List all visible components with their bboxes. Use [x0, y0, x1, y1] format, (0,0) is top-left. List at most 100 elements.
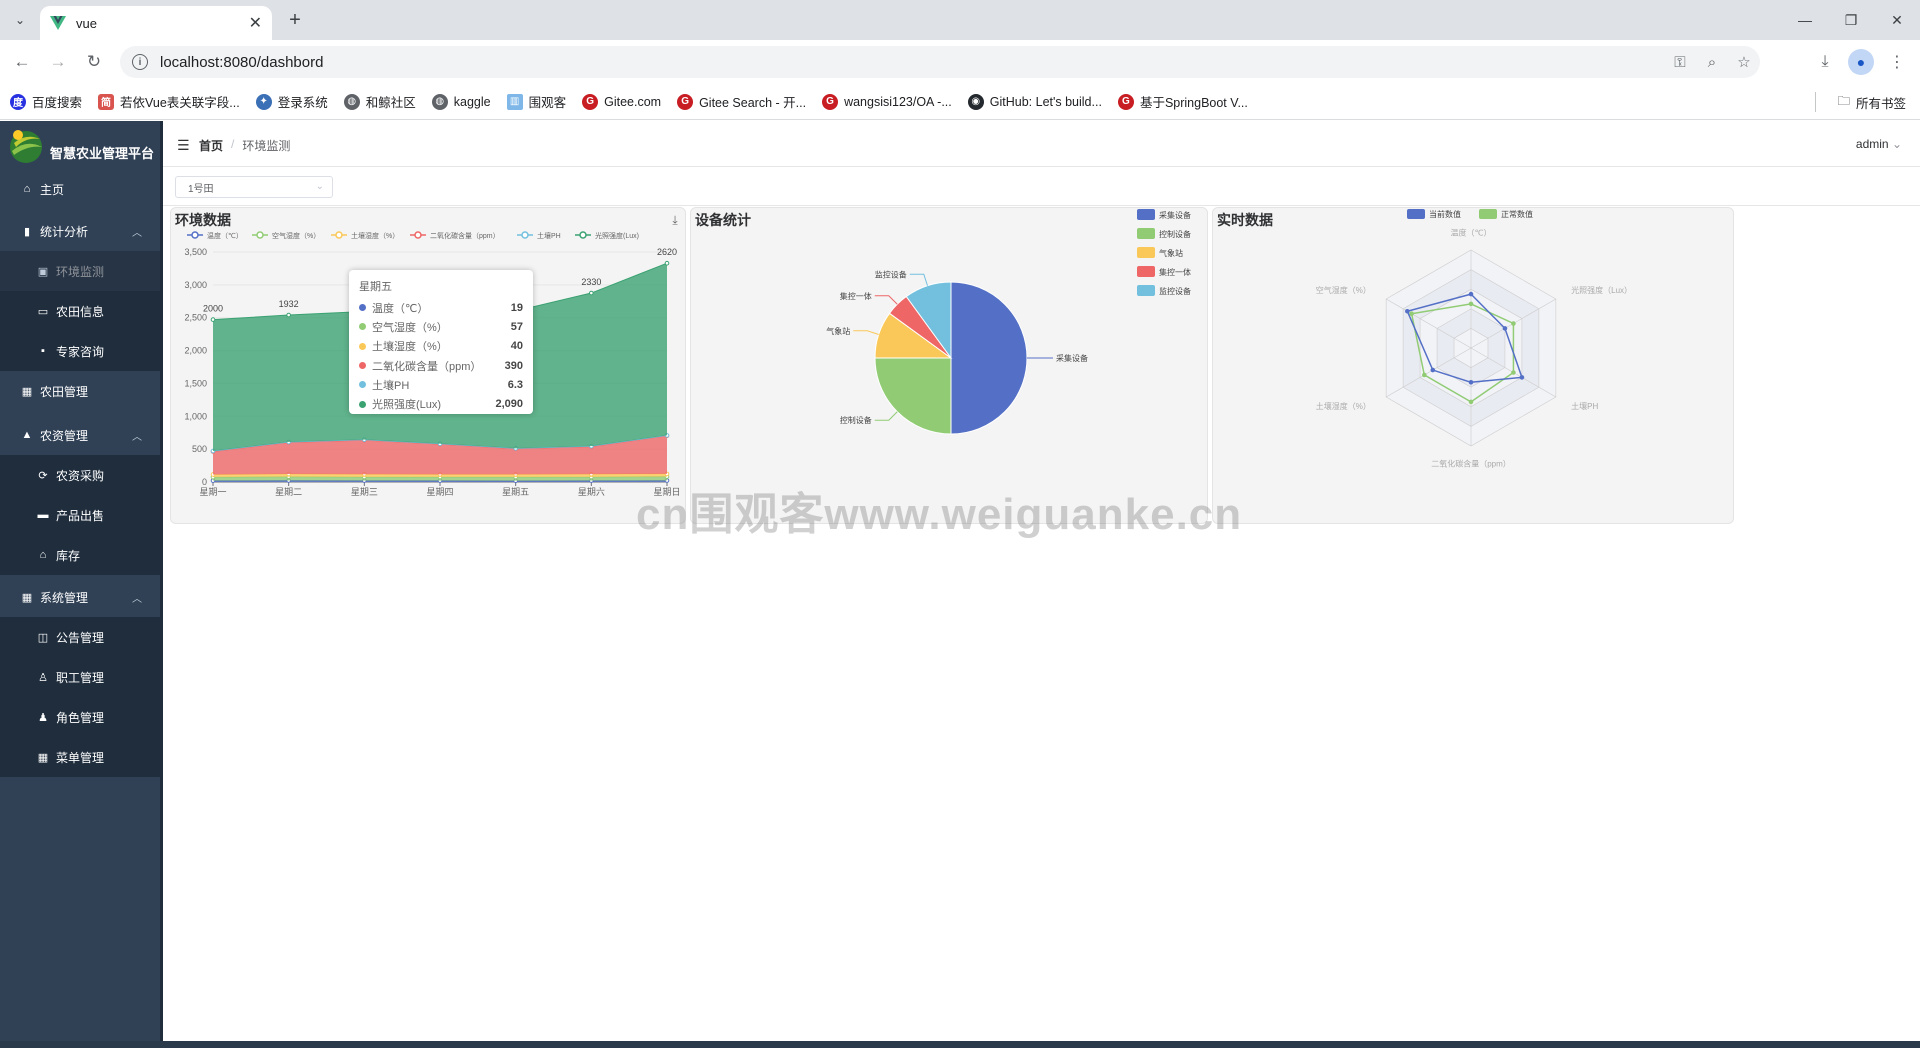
bookmark-item[interactable]: Gwangsisi123/OA -...	[822, 93, 952, 110]
legend-swatch	[1479, 209, 1497, 219]
tab-search-icon[interactable]: ⌄	[6, 8, 34, 32]
bookmark-star-icon[interactable]: ☆	[1728, 53, 1760, 71]
site-info-icon[interactable]: i	[132, 54, 148, 70]
sidebar-logo[interactable]: 智慧农业管理平台	[0, 121, 160, 169]
legend-label: 集控一体	[1159, 267, 1191, 277]
breadcrumb-current: 环境监测	[242, 139, 291, 153]
pie-label: 采集设备	[1056, 353, 1088, 363]
minimize-icon[interactable]: —	[1782, 6, 1828, 34]
new-tab-button[interactable]: +	[282, 8, 308, 32]
x-tick-label: 星期一	[199, 487, 226, 497]
navbar: ☰ 首页 / 环境监测 admin ⌄	[163, 121, 1920, 167]
tooltip-value: 2,090	[495, 398, 523, 411]
legend-label: 温度（℃）	[207, 231, 243, 240]
legend-label: 二氧化碳含量（ppm）	[430, 231, 500, 240]
chevron-up-icon: ︿	[132, 593, 142, 605]
y-tick-label: 1,500	[184, 378, 207, 388]
sidebar-item-staff[interactable]: ♙ 职工管理	[0, 657, 160, 697]
sidebar-item-system[interactable]: ▦ 系统管理 ︿	[0, 577, 160, 617]
y-tick-label: 0	[202, 477, 207, 487]
tab-close-icon[interactable]: ✕	[249, 13, 262, 33]
data-point	[664, 260, 670, 266]
sidebar-item-supplies[interactable]: ▲ 农资管理 ︿	[0, 415, 160, 455]
hamburger-icon[interactable]: ☰	[177, 137, 190, 154]
sidebar-item-notice[interactable]: ◫ 公告管理	[0, 617, 160, 657]
legend-swatch	[1137, 266, 1155, 277]
all-bookmarks-button[interactable]: 🗀 所有书签	[1837, 92, 1906, 113]
realtime-data-card: 实时数据 当前数值 正常数值 温度（℃） 光照强度（Lux） 土壤PH 二氧化碳含量（pp…	[1212, 207, 1734, 524]
x-tick-label: 星期六	[578, 486, 605, 497]
gitee-icon: G	[677, 93, 694, 110]
sidebar-item-sales[interactable]: ▬ 产品出售	[0, 495, 160, 535]
watermark: cn围观客www.weiguanke.cn	[636, 490, 1243, 539]
sidebar-item-purchase[interactable]: ⟳ 农资采购	[0, 455, 160, 495]
url-text[interactable]: localhost:8080/dashbord	[160, 54, 1664, 71]
legend-swatch	[1137, 228, 1155, 239]
breadcrumb-home[interactable]: 首页	[199, 137, 223, 154]
download-icon[interactable]: ⤓	[1810, 48, 1840, 76]
bookmark-item[interactable]: G 基于SpringBoot V...	[1117, 92, 1248, 111]
tooltip-dot	[359, 381, 366, 389]
bookmark-item[interactable]: ◍ 和鲸社区	[343, 92, 416, 111]
bookmark-item[interactable]: 度百度搜索	[10, 92, 82, 111]
download-icon: ⤓	[672, 213, 678, 227]
field-select[interactable]: 1号田 ⌄	[175, 176, 333, 198]
jianshu-icon: 简	[98, 93, 115, 110]
chevron-down-icon: ⌄	[315, 181, 324, 192]
y-tick-label: 3,500	[184, 247, 207, 257]
sidebar-item-field-manage[interactable]: ▦ 农田管理	[0, 371, 160, 411]
device-stats-card: 设备统计 采集设备 控制设备 气象站 集控一体 监控设备 采集设备 控制设备 气象站 集控一体监…	[690, 207, 1208, 524]
browser-tab[interactable]: vue ✕	[40, 6, 272, 40]
data-point	[210, 317, 216, 322]
password-key-icon[interactable]: ⚿	[1664, 54, 1696, 71]
sidebar-item-stock[interactable]: ⌂ 库存	[0, 535, 160, 575]
bookmarks-divider	[1815, 92, 1816, 112]
legend-swatch	[1137, 247, 1155, 258]
legend-item: 采集设备	[1137, 209, 1191, 220]
tooltip-label: 土壤湿度（%）	[372, 341, 448, 354]
user-dropdown[interactable]: admin ⌄	[1856, 137, 1902, 151]
bookmark-item[interactable]: ◉ GitHub: Let's build...	[967, 93, 1102, 110]
restore-icon[interactable]: ❐	[1828, 6, 1874, 34]
sidebar-item-role[interactable]: ♟ 角色管理	[0, 697, 160, 737]
reload-icon[interactable]: ↻	[80, 48, 108, 76]
legend-item: 监控设备	[1137, 285, 1191, 296]
sidebar-item-menu[interactable]: ▦ 菜单管理	[0, 737, 160, 777]
legend-item: 土壤湿度（%）	[331, 231, 399, 240]
close-window-icon[interactable]: ✕	[1874, 6, 1920, 34]
sidebar-item-home[interactable]: ⌂ 主页	[0, 169, 160, 209]
breadcrumb: 首页 / 环境监测	[199, 137, 290, 154]
weiguanke-icon: ▥	[506, 93, 523, 110]
tooltip-label: 空气湿度（%）	[372, 321, 448, 334]
radar-point	[1468, 399, 1474, 405]
profile-avatar-icon[interactable]: ●	[1848, 49, 1874, 75]
forward-icon[interactable]: →	[44, 48, 72, 76]
more-menu-icon[interactable]: ⋮	[1882, 48, 1912, 76]
chat-icon: ▪	[41, 345, 45, 357]
bookmark-item[interactable]: ◍ kaggle	[431, 93, 491, 110]
sidebar-item-env-monitor[interactable]: ▣ 环境监测	[0, 251, 160, 291]
back-icon[interactable]: ←	[8, 48, 36, 76]
sidebar-item-statistics[interactable]: ▮ 统计分析 ︿	[0, 211, 160, 251]
tooltip-label: 二氧化碳含量（ppm）	[372, 360, 482, 373]
sidebar-item-expert[interactable]: ▪ 专家咨询	[0, 331, 160, 371]
legend-swatch	[1137, 285, 1155, 296]
bookmark-item[interactable]: ▥ 围观客	[506, 92, 566, 111]
bookmark-item[interactable]: ✦ 登录系统	[255, 92, 328, 111]
sidebar-item-field-info[interactable]: ▭ 农田信息	[0, 291, 160, 331]
vue-favicon-icon	[50, 16, 66, 30]
divider	[163, 205, 1920, 206]
grid-icon: ▦	[21, 385, 33, 398]
browser-toolbar: ← → ↻ i localhost:8080/dashbord ⚿ ⌕ ☆ ⤓ …	[0, 40, 1920, 84]
bookmark-item[interactable]: G Gitee Search - 开...	[677, 92, 806, 111]
legend-item: 二氧化碳含量（ppm）	[410, 231, 500, 240]
bookmark-item[interactable]: G Gitee.com	[582, 93, 661, 110]
bookmark-item[interactable]: 简若依Vue表关联字段...	[98, 92, 240, 111]
gitee-icon: G	[822, 93, 839, 110]
data-point	[286, 312, 291, 318]
address-bar[interactable]: i localhost:8080/dashbord ⚿ ⌕ ☆	[120, 46, 1760, 78]
zoom-icon[interactable]: ⌕	[1696, 54, 1728, 71]
legend-label: 光照强度(Lux)	[595, 231, 639, 240]
legend-label: 空气湿度（%）	[272, 231, 320, 240]
pie-label-line	[909, 273, 928, 286]
